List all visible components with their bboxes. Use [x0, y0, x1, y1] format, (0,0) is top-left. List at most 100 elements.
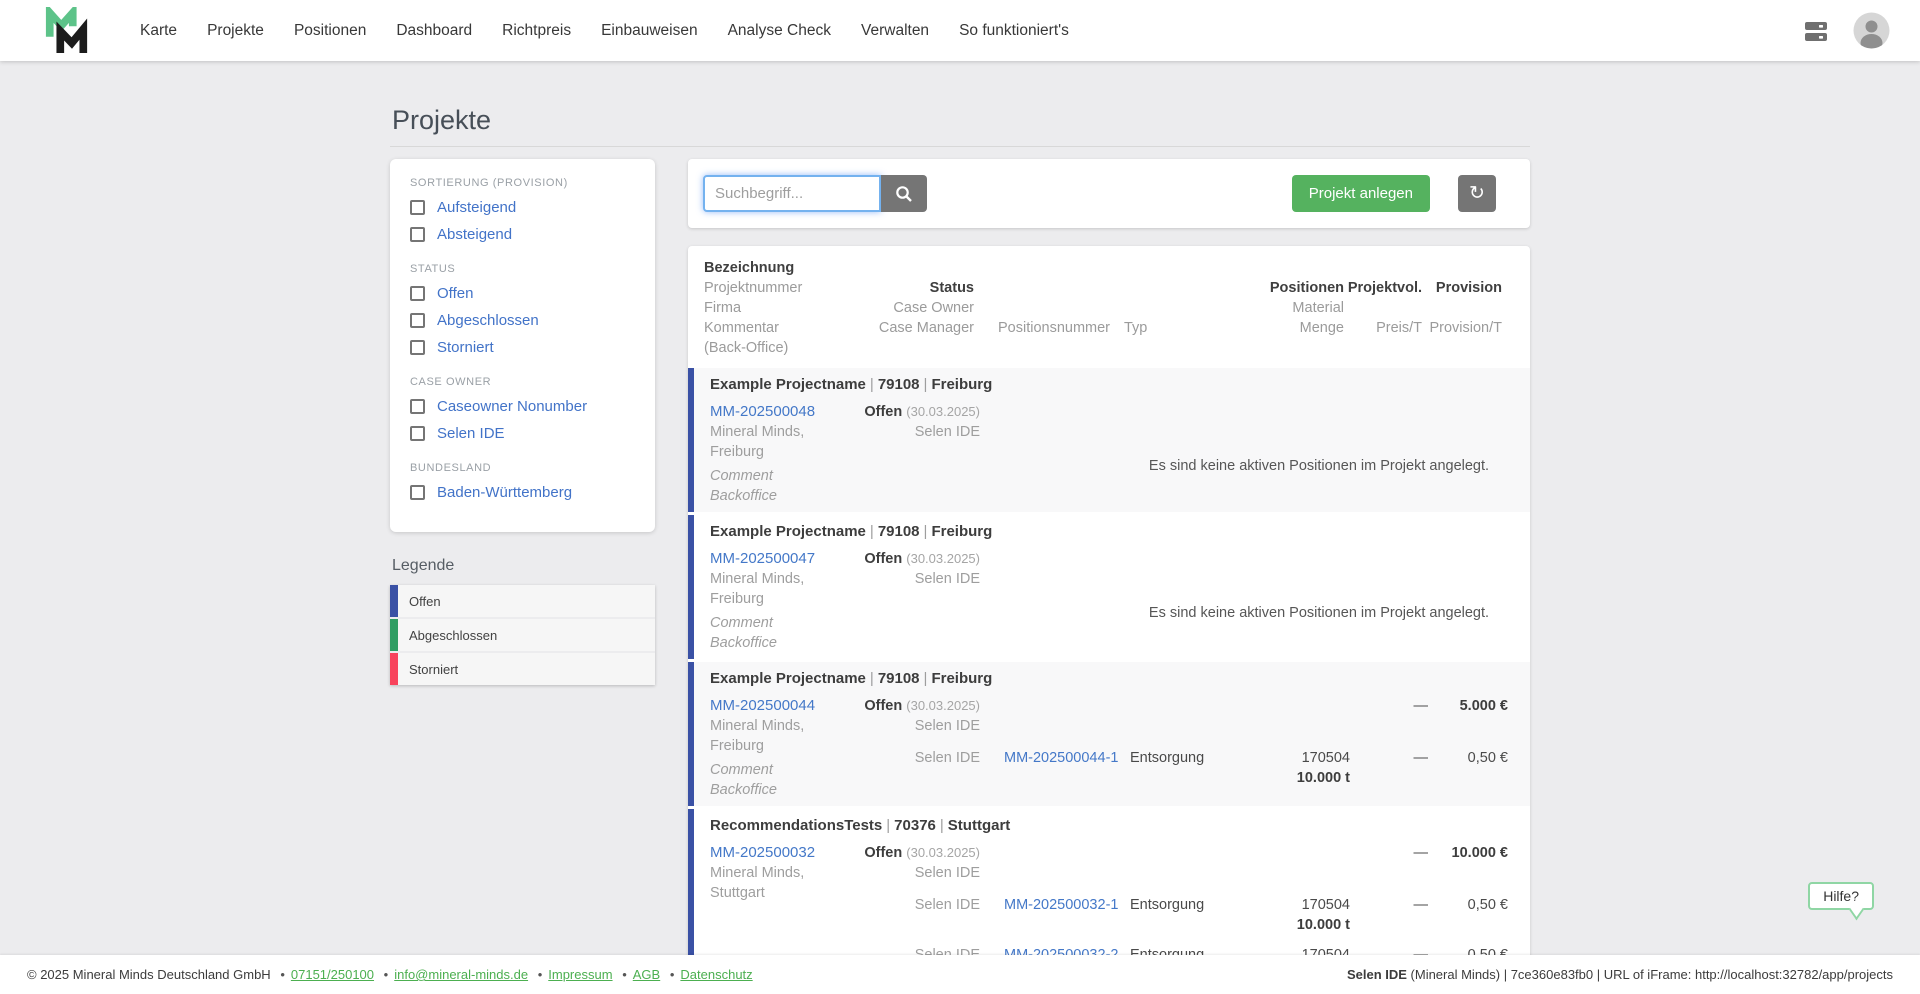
- position-material: 170504: [1301, 897, 1350, 913]
- filter-section-case-owner: CASE OWNER Caseowner Nonumber Selen IDE: [410, 376, 635, 447]
- filter-option-abgeschlossen[interactable]: Abgeschlossen: [410, 307, 635, 334]
- footer-link-agb[interactable]: AGB: [633, 967, 660, 982]
- filter-option-absteigend[interactable]: Absteigend: [410, 221, 635, 248]
- filter-option-label: Caseowner Nonumber: [437, 398, 588, 415]
- filter-section-label: STATUS: [410, 263, 456, 275]
- nav-item-dashboard[interactable]: Dashboard: [396, 22, 472, 40]
- title-divider: [390, 146, 1530, 147]
- checkbox-selen-ide[interactable]: [410, 426, 425, 441]
- filter-option-label: Storniert: [437, 339, 494, 356]
- filter-panel: SORTIERUNG (PROVISION) Aufsteigend Abste…: [390, 159, 655, 532]
- position-row: Selen IDE MM-202500032-1 Entsorgung 1705…: [850, 895, 1508, 935]
- empty-positions-message: Es sind keine aktiven Positionen im Proj…: [1148, 458, 1490, 474]
- nav-item-positionen[interactable]: Positionen: [294, 22, 366, 40]
- checkbox-aufsteigend[interactable]: [410, 200, 425, 215]
- project-total-projektvol: —: [1413, 698, 1429, 714]
- project-row-mm-202500048[interactable]: Example Projectname | 79108 | Freiburg MM-20…: [688, 368, 1530, 512]
- search-input[interactable]: [703, 175, 881, 212]
- footer-link-email[interactable]: info@mineral-minds.de: [394, 967, 528, 982]
- legend-title: Legende: [392, 557, 455, 574]
- project-company-city: Stuttgart: [710, 885, 765, 901]
- filter-option-selen-ide[interactable]: Selen IDE: [410, 420, 635, 447]
- filter-option-baden-wuerttemberg[interactable]: Baden-Württemberg: [410, 479, 635, 506]
- mineral-minds-logo-icon[interactable]: [44, 6, 90, 55]
- position-row: Selen IDE MM-202500044-1 Entsorgung 1705…: [850, 748, 1508, 788]
- position-menge: 10.000 t: [1296, 770, 1350, 786]
- filter-option-label: Offen: [437, 285, 474, 302]
- header-col-positionen: Positionen Material Menge: [1269, 280, 1344, 336]
- project-comment: Comment: [710, 468, 773, 484]
- nav-item-projekte[interactable]: Projekte: [207, 22, 264, 40]
- search-button[interactable]: [881, 175, 927, 212]
- checkbox-baden-wuerttemberg[interactable]: [410, 485, 425, 500]
- project-company: Mineral Minds,: [710, 865, 805, 881]
- project-total-projektvol: [1350, 549, 1428, 589]
- nav-item-verwalten[interactable]: Verwalten: [861, 22, 929, 40]
- position-material-menge: 170504 10.000 t: [1245, 748, 1350, 788]
- header-col-typ: Typ: [1124, 320, 1148, 336]
- project-title: Example Projectname | 79108 | Freiburg: [710, 376, 993, 393]
- project-company: Mineral Minds,: [710, 718, 805, 734]
- nav-item-einbauweisen[interactable]: Einbauweisen: [601, 22, 698, 40]
- project-row-mm-202500047[interactable]: Example Projectname | 79108 | Freiburg MM-20…: [688, 515, 1530, 659]
- create-project-button[interactable]: Projekt anlegen: [1291, 175, 1430, 212]
- project-id-link[interactable]: MM-202500044: [710, 697, 815, 714]
- filter-section-label: CASE OWNER: [410, 376, 492, 388]
- project-title: Example Projectname | 79108 | Freiburg: [710, 523, 993, 540]
- filter-option-offen[interactable]: Offen: [410, 280, 635, 307]
- nav-item-richtpreis[interactable]: Richtpreis: [502, 22, 571, 40]
- refresh-button[interactable]: ↻: [1458, 175, 1496, 212]
- checkbox-abgeschlossen[interactable]: [410, 313, 425, 328]
- filter-option-caseowner-nonumber[interactable]: Caseowner Nonumber: [410, 393, 635, 420]
- project-id-link[interactable]: MM-202500047: [710, 550, 815, 567]
- help-button[interactable]: Hilfe?: [1808, 882, 1874, 910]
- position-typ: Entsorgung: [1130, 897, 1205, 913]
- project-case-owner: Selen IDE: [914, 865, 980, 881]
- project-backoffice: Backoffice: [710, 488, 777, 504]
- status-color-bar: [688, 662, 694, 806]
- project-comment: Comment: [710, 762, 773, 778]
- nav-item-so-funktionierts[interactable]: So funktioniert's: [959, 22, 1069, 40]
- project-id-link[interactable]: MM-202500048: [710, 403, 815, 420]
- checkbox-storniert[interactable]: [410, 340, 425, 355]
- checkbox-offen[interactable]: [410, 286, 425, 301]
- checkbox-caseowner-nonumber[interactable]: [410, 399, 425, 414]
- legend-item-offen: Offen: [390, 585, 655, 617]
- filter-option-label: Absteigend: [437, 226, 513, 243]
- checkbox-absteigend[interactable]: [410, 227, 425, 242]
- footer-link-datenschutz[interactable]: Datenschutz: [680, 967, 752, 982]
- project-total-provision: 5.000 €: [1459, 698, 1508, 714]
- project-company-city: Freiburg: [710, 738, 764, 754]
- project-status: Offen (30.03.2025) Selen IDE: [850, 843, 980, 883]
- filter-section-status: STATUS Offen Abgeschlossen Storniert: [410, 263, 635, 361]
- position-provision: 0,50 €: [1467, 897, 1508, 913]
- nav-item-analyse-check[interactable]: Analyse Check: [728, 22, 831, 40]
- table-header: Bezeichnung Projektnummer Firma Kommenta…: [688, 246, 1530, 368]
- footer-left: © 2025 Mineral Minds Deutschland GmbH • 0…: [27, 967, 753, 982]
- status-color-bar: [688, 515, 694, 659]
- position-number-link[interactable]: MM-202500044-1: [980, 748, 1130, 768]
- project-company: Mineral Minds,: [710, 571, 805, 587]
- position-typ: Entsorgung: [1130, 750, 1205, 766]
- project-row-mm-202500044[interactable]: Example Projectname | 79108 | Freiburg MM-20…: [688, 662, 1530, 806]
- nav-item-karte[interactable]: Karte: [140, 22, 177, 40]
- refresh-icon: ↻: [1469, 183, 1485, 204]
- project-total-projektvol: —: [1413, 845, 1429, 861]
- footer-link-impressum[interactable]: Impressum: [548, 967, 612, 982]
- server-sessions-icon[interactable]: [1803, 18, 1829, 44]
- filter-option-label: Abgeschlossen: [437, 312, 539, 329]
- filter-option-storniert[interactable]: Storniert: [410, 334, 635, 361]
- position-number-link[interactable]: MM-202500032-1: [980, 895, 1130, 915]
- footer-link-phone[interactable]: 07151/250100: [291, 967, 374, 982]
- filter-section-sortierung: SORTIERUNG (PROVISION) Aufsteigend Abste…: [410, 177, 635, 248]
- filter-option-aufsteigend[interactable]: Aufsteigend: [410, 194, 635, 221]
- project-company: Mineral Minds,: [710, 424, 805, 440]
- empty-positions-message: Es sind keine aktiven Positionen im Proj…: [1148, 605, 1490, 621]
- top-navigation: Karte Projekte Positionen Dashboard Rich…: [0, 0, 1920, 61]
- legend-list: Offen Abgeschlossen Storniert: [390, 585, 655, 685]
- project-id-link[interactable]: MM-202500032: [710, 844, 815, 861]
- position-provision: 0,50 €: [1467, 750, 1508, 766]
- legend-label: Storniert: [409, 661, 459, 677]
- legend-color-bar-storniert: [390, 653, 398, 685]
- user-avatar-icon[interactable]: [1853, 12, 1890, 49]
